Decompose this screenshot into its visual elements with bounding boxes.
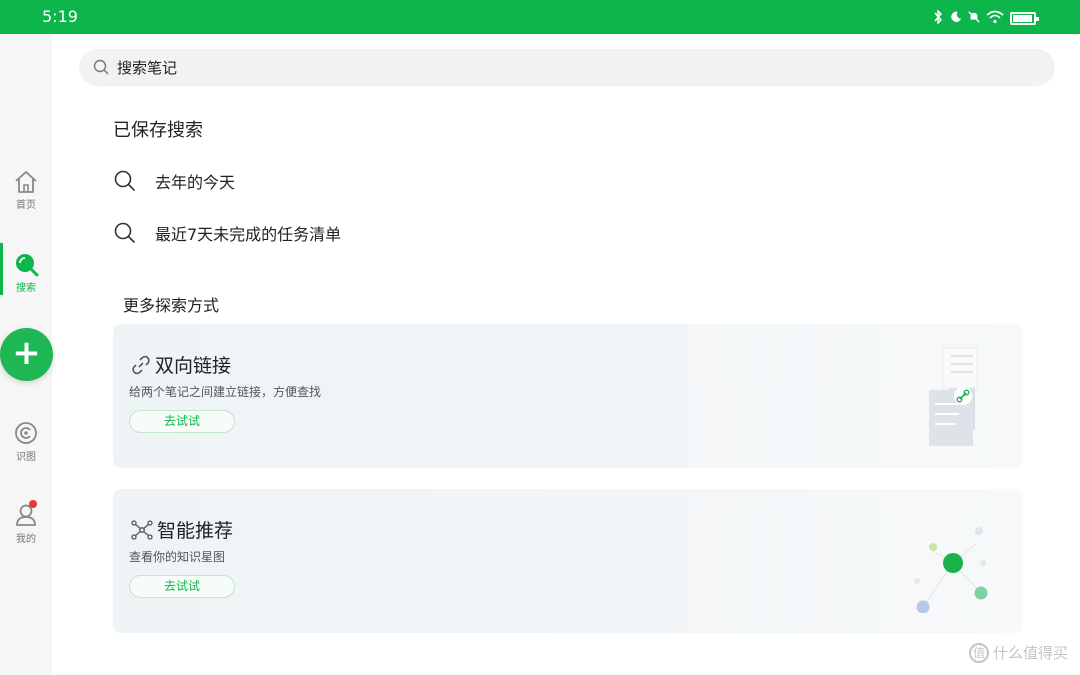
status-icons — [932, 9, 1039, 28]
sidebar-item-home[interactable]: 首页 — [0, 170, 52, 211]
sidebar-item-label: 首页 — [16, 200, 36, 211]
link-icon — [132, 355, 150, 374]
smart-recommend-card[interactable]: 智能推荐 查看你的知识星图 去试试 — [113, 489, 1023, 633]
try-button[interactable]: 去试试 — [129, 575, 235, 598]
card-description: 查看你的知识星图 — [129, 550, 226, 564]
more-explore-title: 更多探索方式 — [123, 296, 220, 315]
card-title: 智能推荐 — [131, 516, 233, 543]
notification-dot — [29, 500, 37, 508]
sidebar: 首页 搜索 + 识图 我的 — [0, 34, 53, 675]
status-bar: 5:19 — [0, 0, 1080, 34]
sidebar-item-label: 识图 — [16, 452, 36, 463]
saved-search-item[interactable]: 去年的今天 — [113, 166, 235, 196]
card-title: 双向链接 — [131, 351, 231, 378]
status-time: 5:19 — [42, 7, 78, 26]
sidebar-item-label: 搜索 — [16, 283, 36, 294]
mute-icon — [968, 9, 980, 28]
search-icon — [93, 59, 109, 75]
saved-search-label: 最近7天未完成的任务清单 — [155, 225, 342, 244]
sidebar-item-scan[interactable]: 识图 — [0, 420, 52, 463]
sidebar-item-search[interactable]: 搜索 — [0, 243, 52, 295]
sidebar-item-mine[interactable]: 我的 — [0, 500, 52, 545]
bluetooth-icon — [932, 9, 944, 28]
card-title-text: 智能推荐 — [157, 520, 234, 542]
try-button[interactable]: 去试试 — [129, 410, 235, 433]
card-title-text: 双向链接 — [155, 355, 232, 377]
card-description: 给两个笔记之间建立链接，方便查找 — [129, 385, 322, 399]
search-icon — [114, 170, 135, 191]
search-bar[interactable] — [79, 49, 1055, 86]
sidebar-item-label: 我的 — [16, 534, 36, 545]
watermark-logo: 值 — [968, 642, 989, 663]
search-icon — [16, 254, 39, 277]
bidirectional-link-card[interactable]: 双向链接 给两个笔记之间建立链接，方便查找 去试试 — [113, 324, 1023, 468]
wifi-icon — [986, 9, 1004, 28]
watermark-text: 什么值得买 — [992, 644, 1068, 662]
graph-icon — [131, 519, 153, 540]
search-input[interactable] — [117, 49, 1017, 86]
moon-icon — [950, 9, 962, 28]
link-illustration — [929, 347, 978, 446]
add-note-button[interactable]: + — [0, 328, 53, 381]
battery-icon — [1010, 12, 1039, 25]
search-icon — [114, 222, 135, 243]
saved-search-item[interactable]: 最近7天未完成的任务清单 — [113, 218, 341, 248]
saved-searches-title: 已保存搜索 — [113, 120, 203, 141]
knowledge-graph-illustration — [914, 527, 988, 613]
watermark: 值 什么值得买 — [968, 642, 1068, 663]
saved-search-label: 去年的今天 — [155, 173, 236, 192]
home-icon — [15, 171, 37, 193]
scan-icon — [15, 422, 37, 444]
